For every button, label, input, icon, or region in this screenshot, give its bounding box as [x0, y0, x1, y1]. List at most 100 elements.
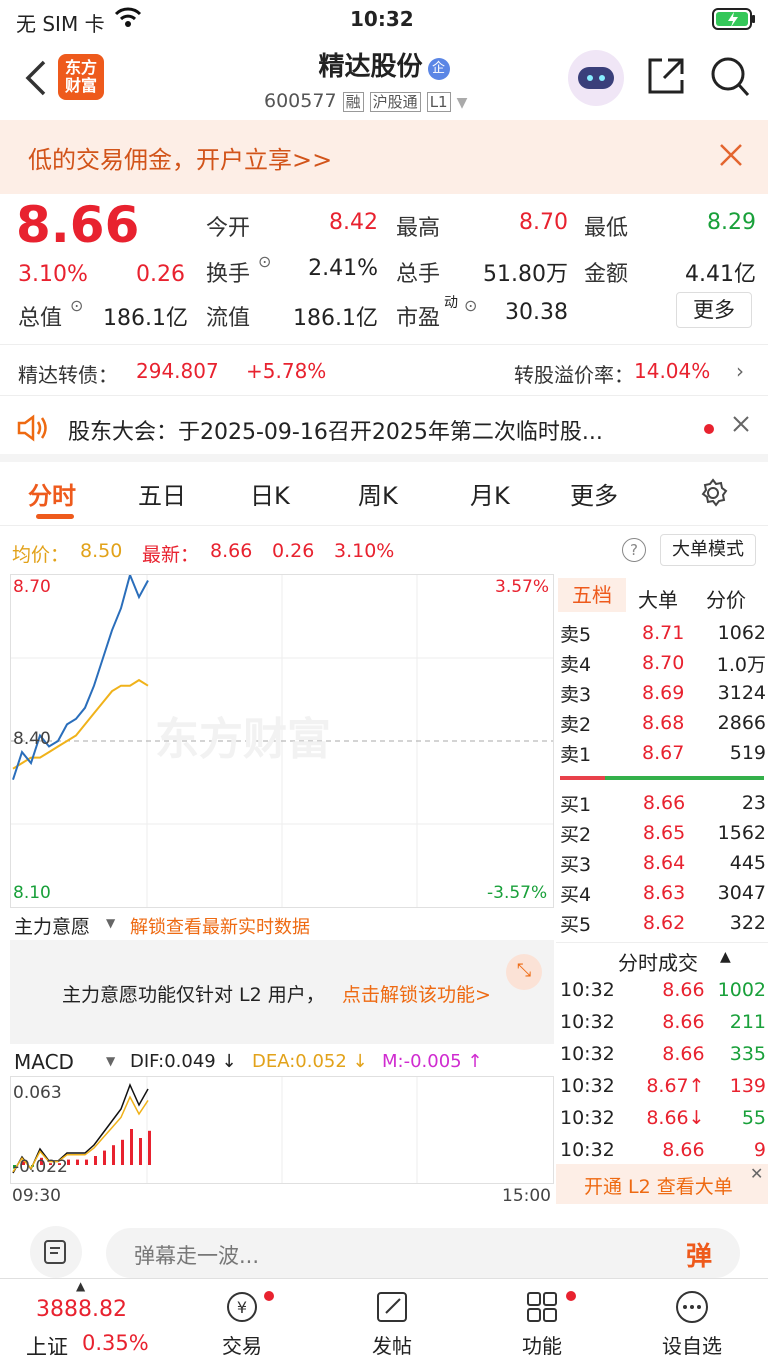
info-icon[interactable]: ⊙ — [70, 296, 83, 315]
tab-features[interactable]: 功能 — [492, 1289, 592, 1359]
stock-name: 精达股份 — [318, 52, 423, 82]
macd-bar — [85, 1159, 88, 1165]
trade-volume: 1002 — [717, 979, 766, 1001]
tab-daily-k[interactable]: 日K — [250, 476, 290, 511]
search-icon[interactable] — [710, 56, 750, 102]
watermark: 东方财富 — [155, 714, 331, 765]
settings-gear-icon[interactable] — [698, 478, 728, 514]
tab-weekly-k[interactable]: 周K — [358, 476, 398, 511]
help-icon[interactable]: ? — [622, 538, 646, 562]
trade-row: 10:32 8.67↑ 139 — [556, 1070, 766, 1102]
trades-title[interactable]: 分时成交 — [618, 947, 698, 976]
big-order-mode-button[interactable]: 大单模式 — [660, 534, 756, 566]
index-value[interactable]: 3888.82 — [36, 1297, 127, 1322]
trade-icon: ¥ — [222, 1292, 262, 1330]
sell-row[interactable]: 卖2 8.68 2866 — [556, 708, 766, 738]
danmaku-button[interactable]: 弹 — [686, 1236, 712, 1273]
tab-more[interactable]: 更多 — [570, 476, 618, 511]
index-pct[interactable]: 0.35% — [82, 1331, 149, 1355]
info-icon[interactable]: ⊙ — [258, 252, 271, 271]
tab-price-dist[interactable]: 分价 — [706, 584, 746, 613]
trade-price: 8.66 — [662, 1011, 705, 1033]
unlock-link[interactable]: 解锁查看最新实时数据 — [130, 913, 310, 939]
macd-chart[interactable]: 0.063 -0.022 — [10, 1076, 554, 1184]
macd-bar — [103, 1150, 106, 1165]
index-name[interactable]: 上证 — [26, 1331, 68, 1361]
avg-label: 均价： — [12, 544, 70, 566]
tab-post[interactable]: 发帖 — [342, 1289, 442, 1359]
turnover-value: 2.41% — [308, 256, 378, 281]
expand-icon[interactable]: ⤡ — [506, 954, 542, 990]
level-label: 卖5 — [560, 623, 592, 646]
tab-intraday[interactable]: 分时 — [28, 476, 76, 511]
sell-row[interactable]: 卖4 8.70 1.0万 — [556, 648, 766, 678]
buy-row[interactable]: 买4 8.63 3047 — [556, 878, 766, 908]
macd-dropdown[interactable]: MACD — [14, 1050, 74, 1074]
l2-upsell-bar[interactable]: 开通 L2 查看大单 ✕ — [556, 1164, 768, 1204]
total-value: 186.1亿 — [103, 306, 188, 331]
last-price: 8.66 — [16, 196, 140, 254]
buy-row[interactable]: 买3 8.64 445 — [556, 848, 766, 878]
volume-label: 总手 — [396, 262, 441, 287]
caret-down-icon[interactable]: ▼ — [106, 1054, 115, 1068]
change-value: 0.26 — [136, 262, 185, 287]
tab-five-day[interactable]: 五日 — [138, 476, 186, 511]
pe-label: 市盈 — [396, 306, 441, 331]
intraday-chart[interactable]: 东方财富 8.70 8.40 8.10 3.57% -3.57% — [10, 574, 554, 908]
main-force-dropdown[interactable]: 主力意愿 — [14, 912, 90, 939]
tab-big-orders[interactable]: 大单 — [638, 584, 678, 613]
sell-row[interactable]: 卖5 8.71 1062 — [556, 618, 766, 648]
sell-table: 卖5 8.71 1062 卖4 8.70 1.0万 卖3 8.69 3124 卖2 8.68 2… — [556, 618, 766, 768]
more-button[interactable]: 更多 — [676, 292, 752, 328]
chevron-right-icon[interactable]: › — [736, 359, 744, 383]
chart-tabs: 分时 五日 日K 周K 月K 更多 — [0, 462, 768, 526]
close-icon[interactable] — [732, 414, 750, 439]
level-price: 8.67 — [642, 742, 685, 764]
level-price: 8.69 — [642, 682, 685, 704]
volume-value: 51.80万 — [483, 262, 568, 287]
total-value-label: 总值 — [18, 306, 63, 331]
svg-text:¥: ¥ — [237, 1298, 247, 1317]
level-price: 8.64 — [642, 852, 686, 874]
buy-row[interactable]: 买5 8.62 322 — [556, 908, 766, 938]
danmaku-input[interactable]: 弹幕走一波... 弹 — [106, 1228, 740, 1278]
convertible-bond-row[interactable]: 精达转债： 294.807 +5.78% 转股溢价率： 14.04% › — [0, 344, 768, 396]
tab-trade[interactable]: ¥ 交易 — [192, 1289, 292, 1359]
robot-avatar[interactable] — [568, 50, 624, 106]
carrier-label: 无 SIM 卡 — [16, 12, 105, 36]
notice-bar[interactable]: 股东大会：于2025-09-16召开2025年第二次临时股... — [0, 396, 768, 462]
low-label: 最低 — [584, 216, 629, 241]
chevron-down-icon[interactable]: ▼ — [457, 95, 468, 111]
tab-five-levels[interactable]: 五档 — [558, 578, 626, 612]
info-icon[interactable]: ⊙ — [464, 296, 477, 315]
high-label: 最高 — [396, 216, 441, 241]
more-circle-icon — [672, 1291, 712, 1330]
level-price: 8.62 — [642, 912, 686, 934]
open-value: 8.42 — [329, 210, 378, 235]
buy-row[interactable]: 买2 8.65 1562 — [556, 818, 766, 848]
promo-banner[interactable]: 低的交易佣金，开户立享>> — [0, 120, 768, 194]
trade-volume: 335 — [729, 1043, 766, 1065]
order-book: 五档 大单 分价 卖5 8.71 1062 卖4 8.70 1.0万 卖3 8.69 312… — [556, 574, 768, 1166]
close-icon[interactable] — [718, 142, 744, 172]
tab-add-watchlist[interactable]: 设自选 — [642, 1289, 742, 1359]
l2-upsell-text: 开通 L2 查看大单 — [584, 1176, 733, 1198]
l2-tip-panel[interactable]: 主力意愿功能仅针对 L2 用户， 点击解锁该功能> ⤡ — [10, 940, 554, 1044]
caret-up-icon[interactable]: ▲ — [720, 949, 731, 965]
news-icon[interactable] — [30, 1226, 82, 1278]
close-icon[interactable]: ✕ — [750, 1164, 763, 1183]
level-volume: 3047 — [717, 882, 766, 904]
caret-down-icon[interactable]: ▼ — [106, 916, 115, 930]
latest-pct: 3.10% — [334, 540, 395, 562]
tab-monthly-k[interactable]: 月K — [470, 476, 510, 511]
pct-top-label: 3.57% — [495, 577, 550, 597]
trade-time: 10:32 — [560, 1043, 615, 1065]
buy-row[interactable]: 买1 8.66 23 — [556, 788, 766, 818]
l2-unlock-link[interactable]: 点击解锁该功能> — [342, 980, 491, 1007]
share-icon[interactable] — [646, 56, 686, 100]
sell-row[interactable]: 卖1 8.67 519 — [556, 738, 766, 768]
input-placeholder: 弹幕走一波... — [134, 1244, 260, 1268]
bond-name: 精达转债： — [18, 363, 118, 387]
latest-label: 最新： — [142, 544, 200, 566]
sell-row[interactable]: 卖3 8.69 3124 — [556, 678, 766, 708]
